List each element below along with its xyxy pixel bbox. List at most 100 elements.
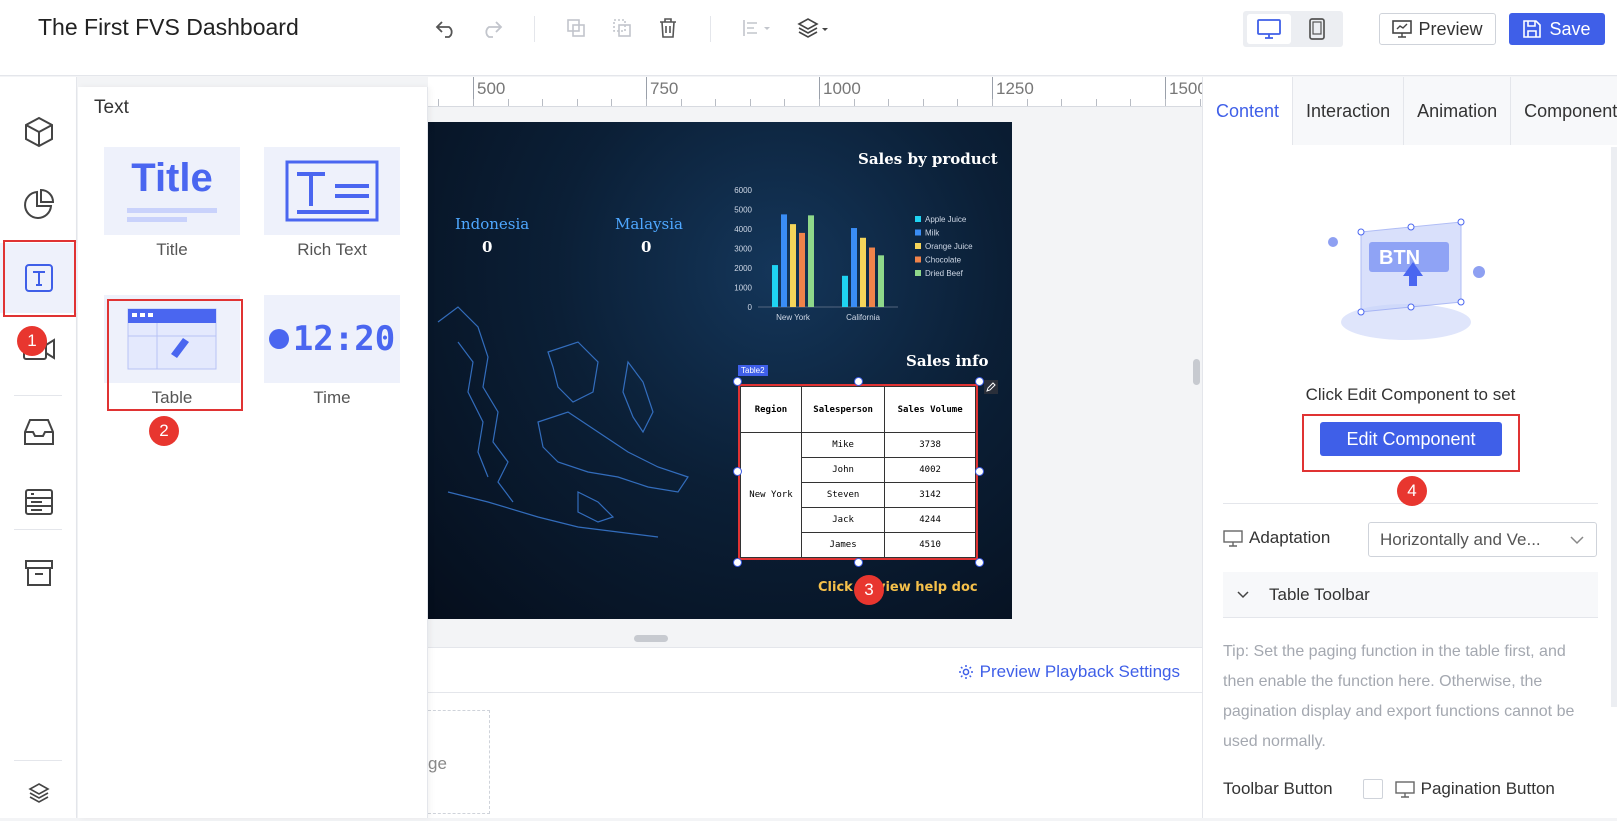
y-tick-label: 2000	[734, 264, 752, 273]
table-cell-region: New York	[740, 432, 802, 558]
edit-component-illustration: BTN	[1328, 218, 1485, 340]
preview-playback-label: Preview Playback Settings	[979, 662, 1180, 681]
left-rail	[0, 77, 77, 818]
horizontal-ruler: 500 750 1000 1250 1500	[428, 77, 1202, 107]
ruler-minor-tick	[715, 99, 716, 106]
tip-text: Tip: Set the paging function in the tabl…	[1223, 643, 1575, 750]
component-card-title[interactable]: Title Title	[104, 147, 240, 260]
rail-3d-components[interactable]	[0, 97, 77, 167]
bar-chocolate	[869, 247, 875, 307]
ruler-minor-tick	[923, 99, 924, 106]
resize-handle[interactable]	[733, 558, 742, 567]
legend-swatch	[915, 229, 921, 236]
table-toolbar-label: Table Toolbar	[1269, 584, 1370, 604]
resize-handle[interactable]	[854, 377, 863, 386]
southeast-asia-map	[437, 306, 689, 538]
toolbar-separator	[534, 16, 535, 42]
vertical-scrollbar[interactable]	[1193, 359, 1200, 385]
save-button[interactable]: Save	[1509, 13, 1605, 45]
resize-handle[interactable]	[975, 467, 984, 476]
sales-info-table[interactable]: Region Salesperson Sales Volume New York…	[738, 384, 978, 560]
page-card[interactable]: ge	[428, 710, 490, 814]
ruler-minor-tick	[438, 99, 439, 106]
legend-swatch	[915, 243, 921, 249]
bar-chocolate	[799, 232, 805, 307]
y-tick-label: 4000	[734, 225, 752, 234]
desktop-view-button[interactable]	[1247, 14, 1291, 44]
pagination-checkbox[interactable]	[1362, 779, 1383, 799]
time-thumb-text: 12:20	[292, 319, 396, 359]
preview-label: Preview	[1418, 18, 1483, 39]
edit-pencil-icon[interactable]	[984, 380, 998, 394]
tab-animation[interactable]: Animation	[1404, 77, 1512, 145]
table-cell: 4244	[884, 507, 976, 533]
sales-bar-chart[interactable]: 6000 5000 4000 3000 2000 1000 0 New York Califor…	[718, 182, 1008, 342]
help-doc-link[interactable]: Click to view help doc	[818, 580, 978, 595]
trash-icon[interactable]	[654, 14, 682, 42]
ruler-label: 1500	[1169, 79, 1202, 98]
resize-handle[interactable]	[975, 558, 984, 567]
save-label: Save	[1549, 18, 1591, 39]
toolbar-button-row: Toolbar Button Pagination Button	[1223, 779, 1601, 799]
rail-list[interactable]	[0, 467, 77, 537]
pagination-button-label: Pagination Button	[1420, 779, 1555, 798]
table-cell: 3738	[884, 432, 976, 458]
table-cell: 4510	[884, 532, 976, 558]
component-card-rich-text[interactable]: Rich Text	[264, 147, 400, 260]
page-card-label: ge	[428, 754, 447, 773]
edit-hint: Click Edit Component to set	[1305, 385, 1516, 404]
undo-icon[interactable]	[432, 14, 460, 42]
tab-component[interactable]: Component	[1511, 77, 1617, 145]
ruler-minor-tick	[992, 99, 993, 106]
mobile-view-button[interactable]	[1295, 14, 1339, 44]
redo-icon[interactable]	[478, 14, 506, 42]
bar-dried-beef	[878, 255, 884, 307]
tab-content[interactable]: Content	[1203, 77, 1294, 145]
align-icon[interactable]	[740, 14, 776, 42]
horizontal-scrollbar[interactable]	[634, 635, 668, 642]
table-cell: James	[800, 532, 886, 558]
layer-order-icon[interactable]	[796, 14, 832, 42]
rail-charts[interactable]	[0, 169, 77, 239]
ruler-minor-tick	[957, 99, 958, 106]
chevron-down-icon	[1237, 590, 1249, 598]
toolbar-separator	[710, 16, 711, 42]
adaptation-select[interactable]: Horizontally and Ve...	[1368, 522, 1597, 557]
rail-inbox[interactable]	[0, 397, 77, 467]
edit-component-highlight: Edit Component	[1302, 414, 1520, 472]
panel-scrollbar[interactable]	[1611, 147, 1617, 707]
rail-archive[interactable]	[0, 538, 77, 608]
sales-by-product-title: Sales by product	[858, 150, 998, 168]
list-icon	[24, 489, 53, 515]
component-card-time[interactable]: 12:20 Time	[264, 295, 400, 408]
edit-component-button[interactable]: Edit Component	[1320, 422, 1502, 456]
table-toolbar-section[interactable]: Table Toolbar	[1223, 572, 1598, 618]
step-marker-1: 1	[17, 326, 47, 356]
ruler-minor-tick	[577, 99, 578, 106]
legend-label: Milk	[925, 229, 940, 238]
legend-label: Apple Juice	[925, 215, 967, 224]
dashboard-canvas[interactable]: Indonesia 0 Malaysia 0 Sales by product …	[428, 122, 1012, 619]
x-tick-label: California	[846, 313, 880, 322]
resize-handle[interactable]	[733, 377, 742, 386]
bar-orange-juice	[790, 224, 796, 307]
table-header: Sales Volume	[884, 386, 976, 433]
resize-handle[interactable]	[733, 467, 742, 476]
rail-layers[interactable]	[0, 765, 77, 821]
group-icon[interactable]	[608, 14, 636, 42]
resize-handle[interactable]	[854, 558, 863, 567]
resize-handle[interactable]	[975, 377, 984, 386]
table-cell: Mike	[800, 432, 886, 458]
ruler-minor-tick	[611, 99, 612, 106]
ruler-label: 1000	[823, 79, 861, 98]
tab-interaction[interactable]: Interaction	[1293, 77, 1405, 145]
preview-playback-settings-link[interactable]: Preview Playback Settings	[958, 662, 1180, 682]
preview-button[interactable]: Preview	[1379, 13, 1496, 45]
copy-icon[interactable]	[562, 14, 590, 42]
title-thumb-text: Title	[131, 156, 213, 200]
app-title: The First FVS Dashboard	[38, 14, 299, 40]
legend-label: Chocolate	[925, 256, 962, 265]
ruler-minor-tick	[750, 99, 751, 106]
archive-icon	[24, 560, 53, 586]
table-cell: 4002	[884, 457, 976, 483]
